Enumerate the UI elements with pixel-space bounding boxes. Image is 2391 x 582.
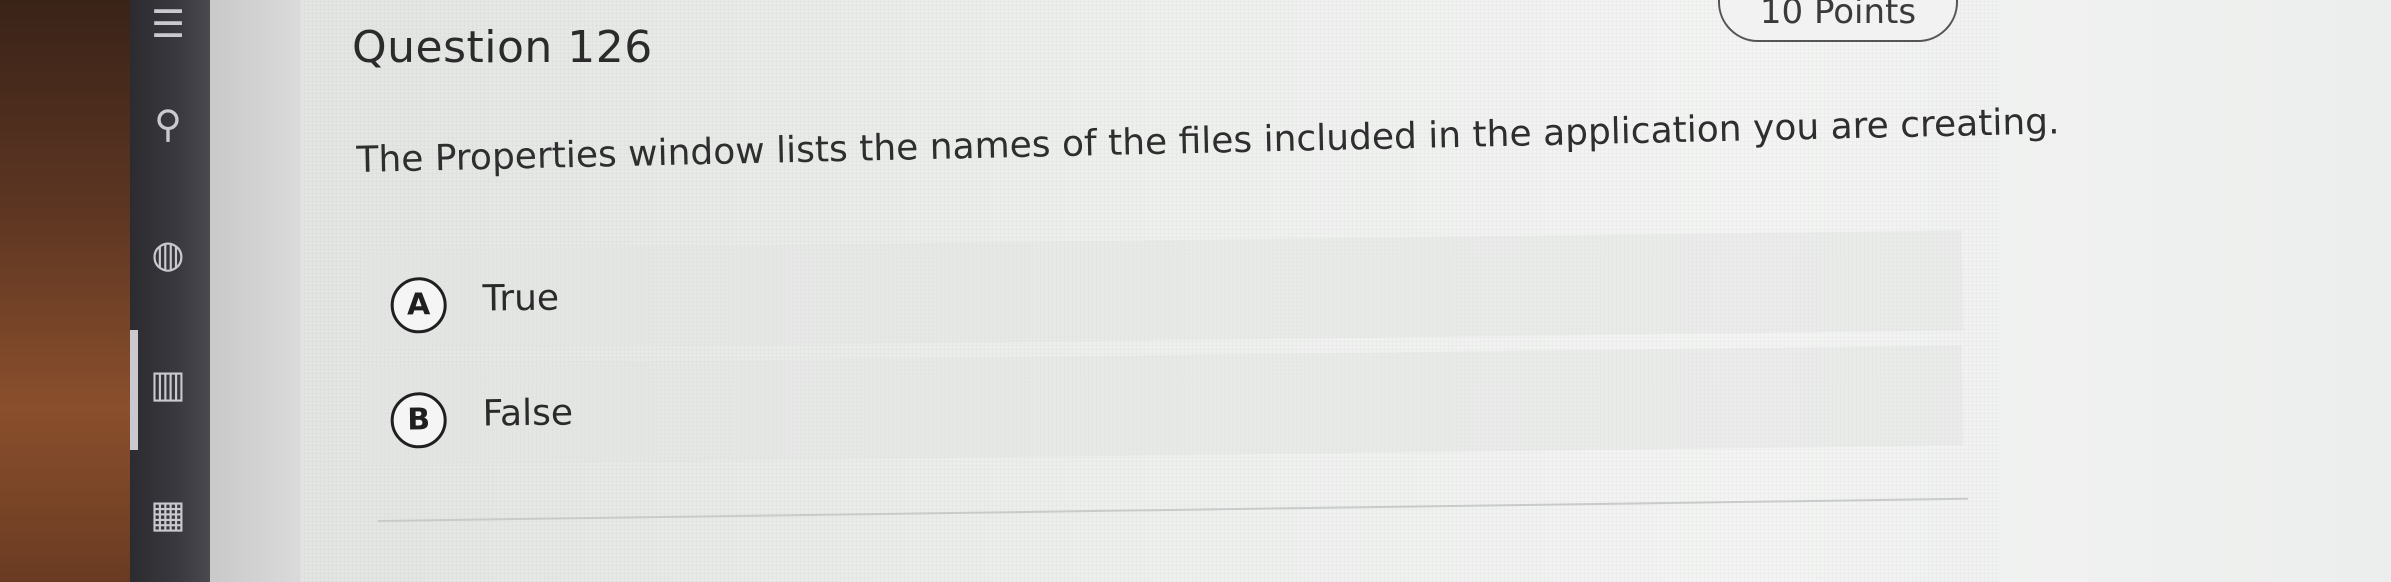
option-b-label: False [482, 392, 574, 435]
option-a-letter: A [390, 276, 448, 334]
option-b-letter: B [390, 391, 448, 449]
points-badge: 10 Points [1718, 0, 1958, 42]
active-indicator [130, 330, 138, 450]
divider [378, 497, 1968, 522]
menu-icon[interactable]: ☰ [144, 0, 192, 48]
book-icon[interactable]: ▥ [144, 360, 192, 408]
option-a[interactable]: A True [362, 230, 1964, 350]
question-panel: Question 126 10 Points The Properties wi… [300, 0, 2060, 582]
question-title: Question 126 [352, 22, 653, 73]
calendar-icon[interactable]: ▦ [144, 490, 192, 538]
question-text: The Properties window lists the names of… [356, 101, 2060, 181]
globe-icon[interactable]: ◍ [144, 230, 192, 278]
quiz-page: Question 126 10 Points The Properties wi… [300, 0, 2391, 582]
nav-rail: ☰ ⚲ ◍ ▥ ▦ [130, 0, 210, 582]
points-label: 10 Points [1759, 0, 1917, 32]
screen-bezel [210, 0, 310, 582]
background-desk [0, 0, 130, 582]
option-a-label: True [482, 277, 560, 320]
option-b[interactable]: B False [362, 345, 1964, 465]
search-icon[interactable]: ⚲ [144, 100, 192, 148]
